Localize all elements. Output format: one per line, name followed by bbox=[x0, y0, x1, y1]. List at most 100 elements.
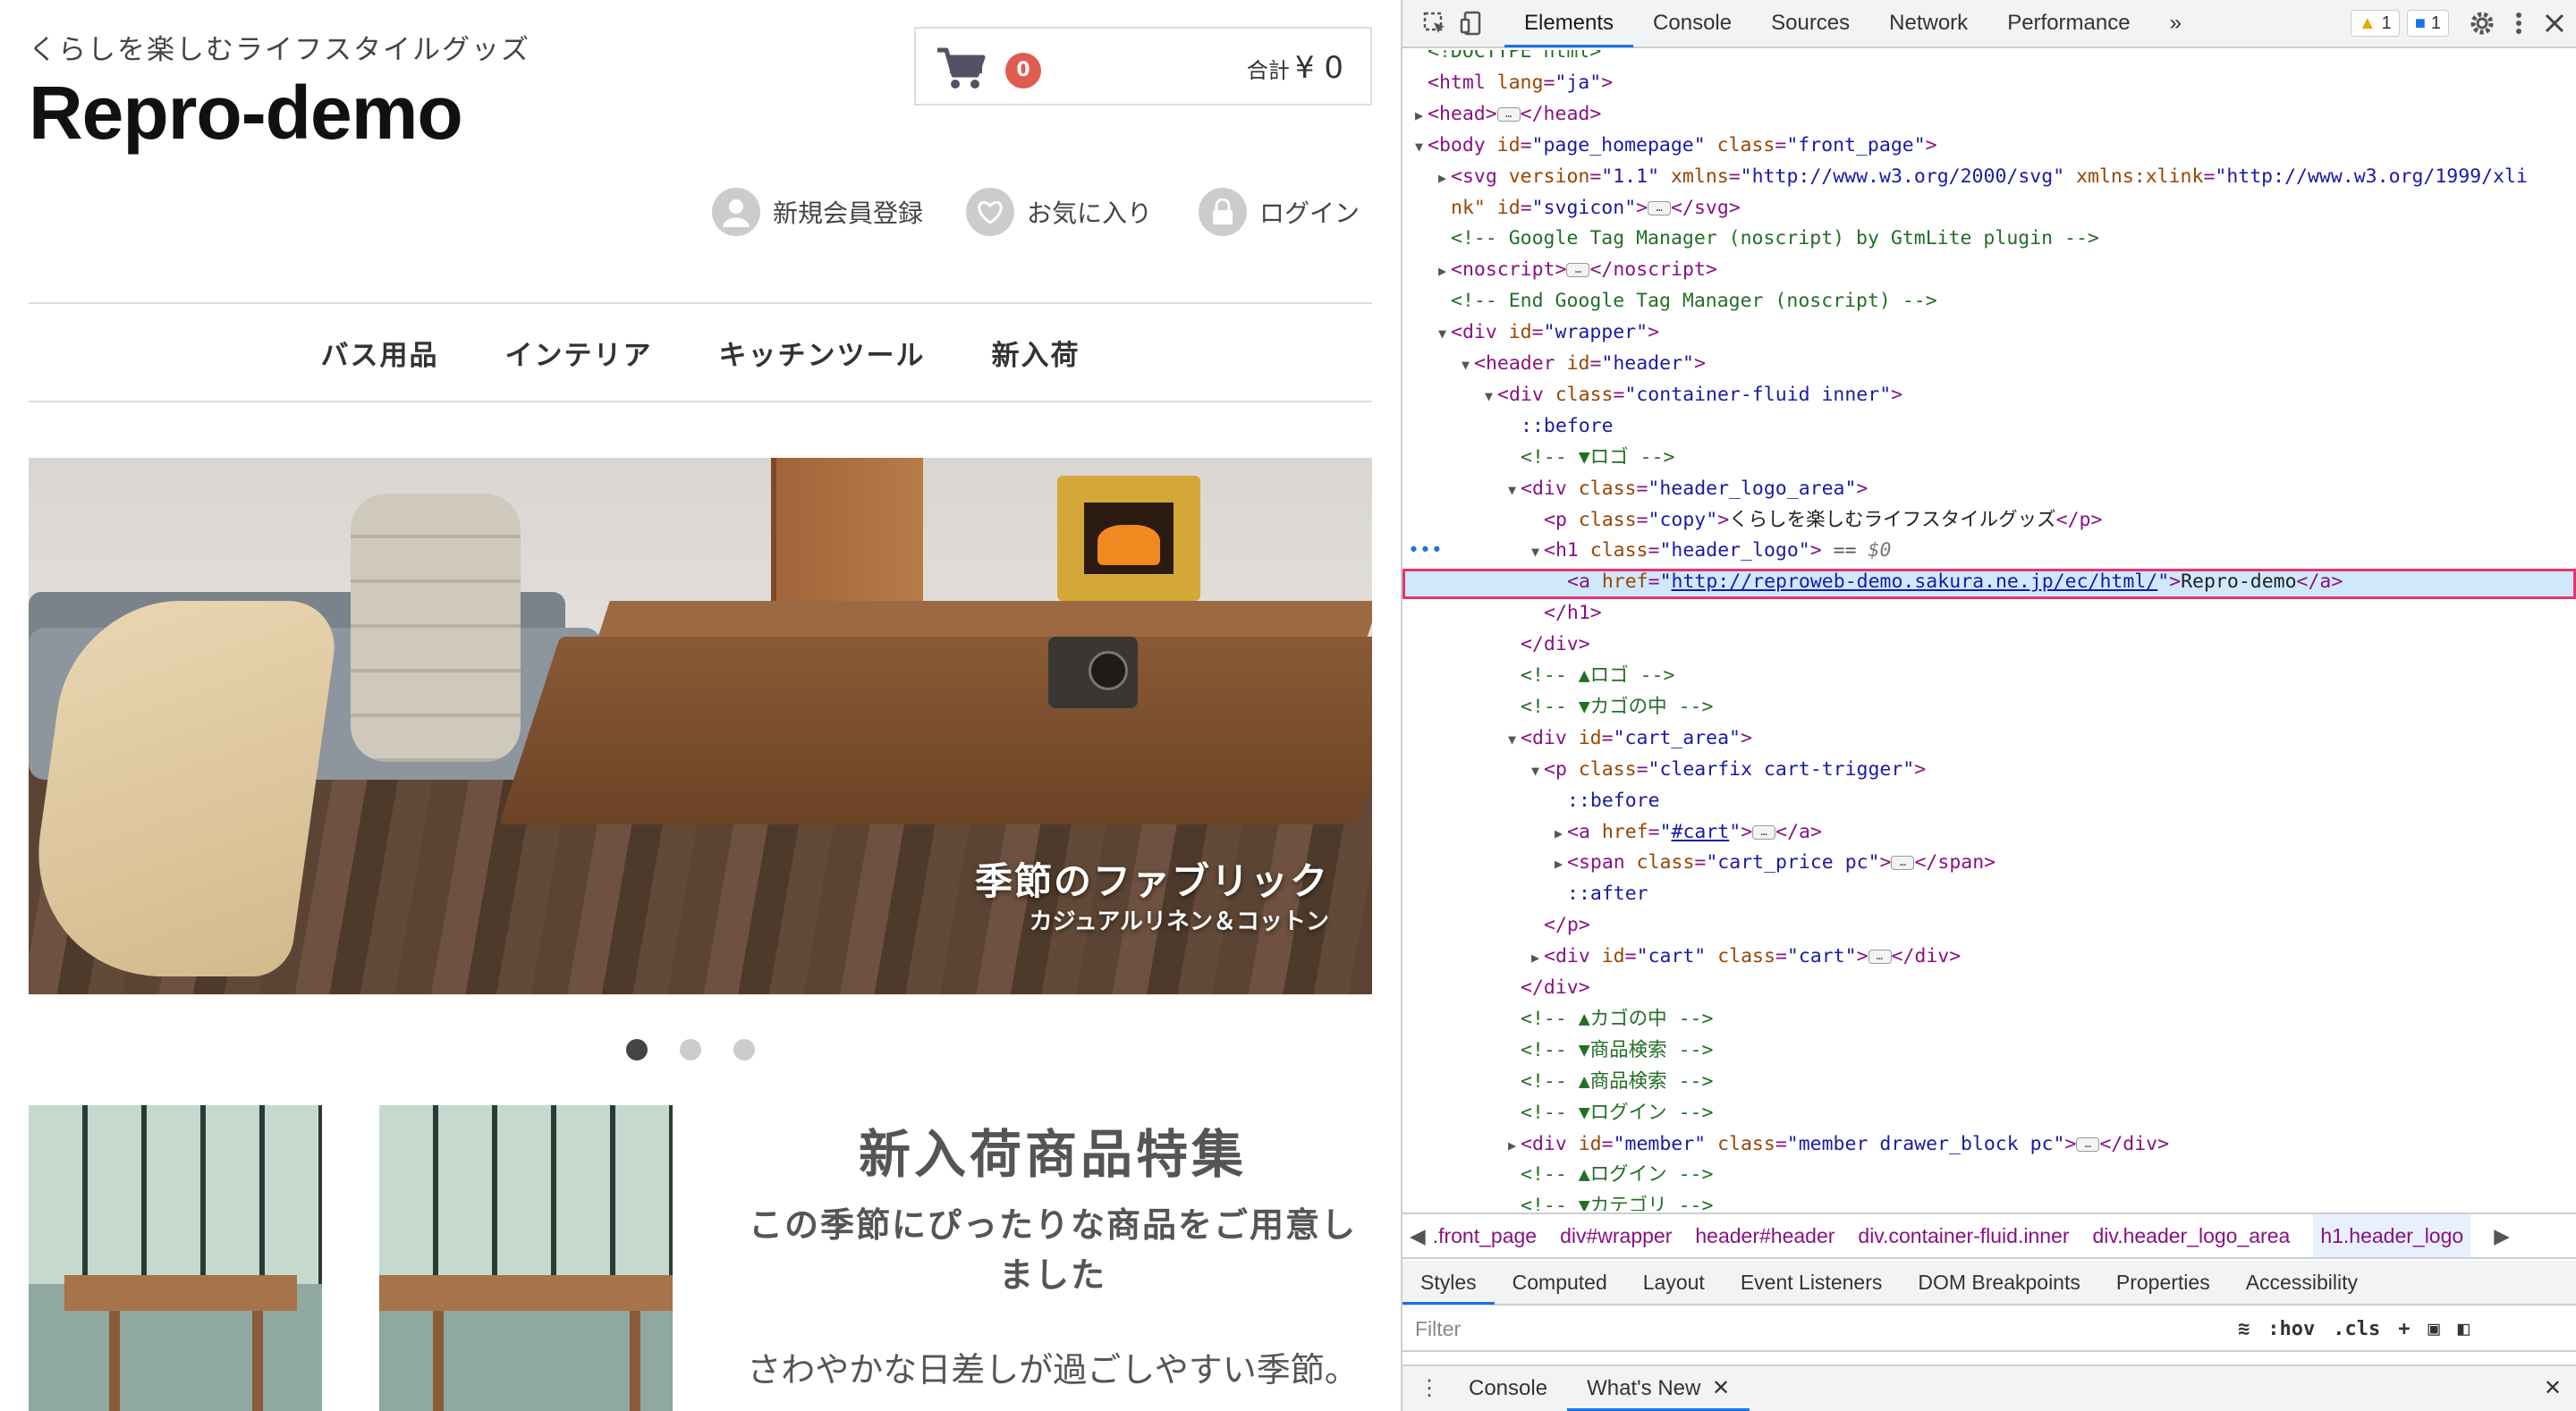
collapse-triangle-icon[interactable]: ▼ bbox=[1508, 476, 1521, 504]
dom-node-line[interactable]: <!-- ▼商品検索 --> bbox=[1508, 1036, 1713, 1065]
dom-node-line[interactable]: </p> bbox=[1531, 911, 1590, 940]
collapse-triangle-icon[interactable]: ▼ bbox=[1415, 132, 1428, 161]
expand-triangle-icon[interactable]: ▶ bbox=[1555, 819, 1567, 848]
hov-toggle[interactable]: :hov bbox=[2267, 1318, 2315, 1340]
dom-node-line[interactable]: ▶ <div id="cart" class="cart">… </div> bbox=[1531, 942, 1961, 971]
dom-node-line[interactable]: ▼ <div id="wrapper"> bbox=[1438, 318, 1659, 347]
dom-node-line[interactable]: ::before bbox=[1508, 412, 1614, 441]
tab-layout[interactable]: Layout bbox=[1625, 1260, 1723, 1305]
dom-node-line[interactable]: ▼ <header id="header"> bbox=[1462, 350, 1706, 378]
breadcrumb-header[interactable]: header#header bbox=[1695, 1224, 1835, 1248]
dom-node-line[interactable]: </div> bbox=[1508, 630, 1590, 659]
dom-node-line[interactable]: ▼ <div id="cart_area"> bbox=[1508, 724, 1752, 753]
settings-gear-icon[interactable] bbox=[2469, 10, 2496, 37]
breadcrumb-logo-area[interactable]: div.header_logo_area bbox=[2093, 1224, 2291, 1248]
dom-node-line[interactable]: ▶ <a href="#cart">… </a> bbox=[1555, 818, 1822, 847]
toggle-renderings-icon[interactable]: ≋ bbox=[2238, 1318, 2250, 1340]
dom-node-line[interactable]: <!-- ▲ロゴ --> bbox=[1508, 662, 1674, 690]
dom-node-line[interactable]: <a href="http://reproweb-demo.sakura.ne.… bbox=[1555, 568, 2343, 596]
warnings-badge[interactable]: ▲ 1 bbox=[2350, 10, 2400, 37]
expand-triangle-icon[interactable]: ▶ bbox=[1531, 943, 1544, 972]
login-link[interactable]: ログイン bbox=[1199, 188, 1360, 236]
dom-node-line[interactable]: </div> bbox=[1508, 974, 1590, 1002]
dom-node-line[interactable]: <!-- Google Tag Manager (noscript) by Gt… bbox=[1438, 224, 2099, 253]
inspect-element-icon[interactable] bbox=[1422, 11, 1447, 36]
dom-node-line[interactable]: </h1> bbox=[1531, 599, 1602, 628]
paint-bucket-icon[interactable]: ▣ bbox=[2428, 1318, 2439, 1340]
expand-triangle-icon[interactable]: ▶ bbox=[1508, 1131, 1521, 1160]
tab-styles[interactable]: Styles bbox=[1402, 1260, 1495, 1305]
dom-node-line[interactable]: <html lang="ja"> bbox=[1415, 69, 1613, 97]
dom-node-line[interactable]: ▼ <div class="header_logo_area"> bbox=[1508, 475, 1868, 503]
dom-node-line[interactable]: ▼ <p class="clearfix cart-trigger"> bbox=[1531, 756, 1926, 784]
nav-item-kitchen[interactable]: キッチンツール bbox=[719, 333, 926, 373]
collapse-triangle-icon[interactable]: ▼ bbox=[1508, 725, 1521, 754]
dom-node-line[interactable]: <!DOCTYPE html> bbox=[1415, 50, 1601, 66]
tab-elements[interactable]: Elements bbox=[1504, 0, 1634, 47]
dom-node-line[interactable]: <!-- ▲ログイン --> bbox=[1508, 1161, 1713, 1189]
expand-triangle-icon[interactable]: ▶ bbox=[1415, 101, 1428, 130]
drawer-menu-icon[interactable]: ⋮ bbox=[1402, 1366, 1449, 1411]
cls-toggle[interactable]: .cls bbox=[2333, 1318, 2380, 1340]
drawer-tab-console[interactable]: Console bbox=[1449, 1366, 1567, 1411]
expand-triangle-icon[interactable]: ▶ bbox=[1438, 164, 1451, 192]
dom-node-line[interactable]: <!-- ▼ログイン --> bbox=[1508, 1099, 1713, 1128]
tab-accessibility[interactable]: Accessibility bbox=[2228, 1260, 2376, 1305]
tab-network[interactable]: Network bbox=[1869, 0, 1987, 47]
device-toolbar-icon[interactable] bbox=[1460, 11, 1485, 36]
tab-computed[interactable]: Computed bbox=[1495, 1260, 1625, 1305]
tab-console[interactable]: Console bbox=[1633, 0, 1751, 47]
dom-node-line[interactable]: <!-- ▲カゴの中 --> bbox=[1508, 1005, 1713, 1034]
dom-node-line[interactable]: ▶ <svg version="1.1" xmlns="http://www.w3… bbox=[1438, 163, 2528, 191]
slider-dot-2[interactable] bbox=[680, 1039, 701, 1060]
drawer-tab-whats-new[interactable]: What's New ✕ bbox=[1567, 1366, 1750, 1411]
styles-filter-input[interactable]: Filter bbox=[1415, 1311, 2220, 1347]
breadcrumb-header-logo[interactable]: h1.header_logo bbox=[2313, 1214, 2471, 1257]
close-devtools-icon[interactable] bbox=[2544, 13, 2565, 34]
dom-node-line[interactable]: <p class="copy">くらしを楽しむライフスタイルグッズ</p> bbox=[1531, 506, 2102, 535]
toggle-sidebar-icon[interactable]: ◧ bbox=[2458, 1318, 2470, 1340]
close-drawer-icon[interactable]: ✕ bbox=[2524, 1366, 2576, 1411]
nav-item-bath[interactable]: バス用品 bbox=[321, 333, 439, 373]
dom-node-line[interactable]: ▼ <div class="container-fluid inner"> bbox=[1485, 381, 1902, 410]
dom-node-line[interactable]: ▼ <body id="page_homepage" class="front_p… bbox=[1415, 131, 1937, 160]
cart-button[interactable]: 0 合計 ¥ 0 bbox=[914, 27, 1372, 106]
slider-dot-1[interactable] bbox=[626, 1039, 648, 1060]
site-logo-link[interactable]: Repro-demo bbox=[29, 70, 463, 156]
close-tab-icon[interactable]: ✕ bbox=[1707, 1376, 1730, 1400]
hero-slide[interactable]: 季節のファブリック カジュアルリネン＆コットン bbox=[29, 458, 1372, 994]
new-style-rule-icon[interactable]: + bbox=[2398, 1318, 2410, 1340]
dom-node-line[interactable]: ::after bbox=[1555, 880, 1648, 908]
kebab-menu-icon[interactable] bbox=[2510, 10, 2528, 37]
more-tabs-button[interactable]: » bbox=[2150, 0, 2201, 47]
dom-node-line[interactable]: ▶ <span class="cart_price pc">… </span> bbox=[1555, 849, 1996, 877]
tab-performance[interactable]: Performance bbox=[1987, 0, 2149, 47]
collapse-triangle-icon[interactable]: ▼ bbox=[1531, 756, 1544, 785]
nav-item-new[interactable]: 新入荷 bbox=[992, 333, 1080, 373]
collapse-triangle-icon[interactable]: ▼ bbox=[1485, 382, 1497, 410]
tab-dom-breakpoints[interactable]: DOM Breakpoints bbox=[1900, 1260, 2098, 1305]
dom-node-line[interactable]: ▶ <noscript>… </noscript> bbox=[1438, 256, 1717, 284]
tab-event-listeners[interactable]: Event Listeners bbox=[1723, 1260, 1901, 1305]
register-link[interactable]: 新規会員登録 bbox=[712, 188, 923, 236]
tab-sources[interactable]: Sources bbox=[1751, 0, 1869, 47]
tab-properties[interactable]: Properties bbox=[2098, 1260, 2228, 1305]
breadcrumb-front-page[interactable]: .front_page bbox=[1433, 1224, 1537, 1248]
dom-node-line[interactable]: <!-- ▼ロゴ --> bbox=[1508, 444, 1674, 472]
expand-triangle-icon[interactable]: ▶ bbox=[1555, 849, 1567, 878]
dom-node-line[interactable]: <!-- ▼カゴの中 --> bbox=[1508, 693, 1713, 722]
expand-triangle-icon[interactable]: ▶ bbox=[1438, 257, 1451, 285]
breadcrumb-scroll-right-icon[interactable]: ▶ bbox=[2494, 1224, 2510, 1248]
slider-dot-3[interactable] bbox=[733, 1039, 755, 1060]
dom-node-line[interactable]: ::before bbox=[1555, 787, 1660, 815]
messages-badge[interactable]: ■ 1 bbox=[2406, 10, 2449, 37]
breadcrumb-scroll-left-icon[interactable]: ◀ bbox=[1410, 1224, 1426, 1248]
collapse-triangle-icon[interactable]: ▼ bbox=[1462, 351, 1474, 379]
dom-node-line[interactable]: ▶ <head>… </head> bbox=[1415, 100, 1601, 129]
feature-image-2[interactable] bbox=[379, 1105, 673, 1411]
node-ellipsis-icon[interactable]: ••• bbox=[1408, 537, 1443, 565]
breadcrumb-container[interactable]: div.container-fluid.inner bbox=[1858, 1224, 2069, 1248]
collapse-triangle-icon[interactable]: ▼ bbox=[1531, 537, 1544, 566]
dom-node-line[interactable]: ▶ <div id="member" class="member drawer_b… bbox=[1508, 1130, 2169, 1159]
feature-image-1[interactable] bbox=[29, 1105, 322, 1411]
